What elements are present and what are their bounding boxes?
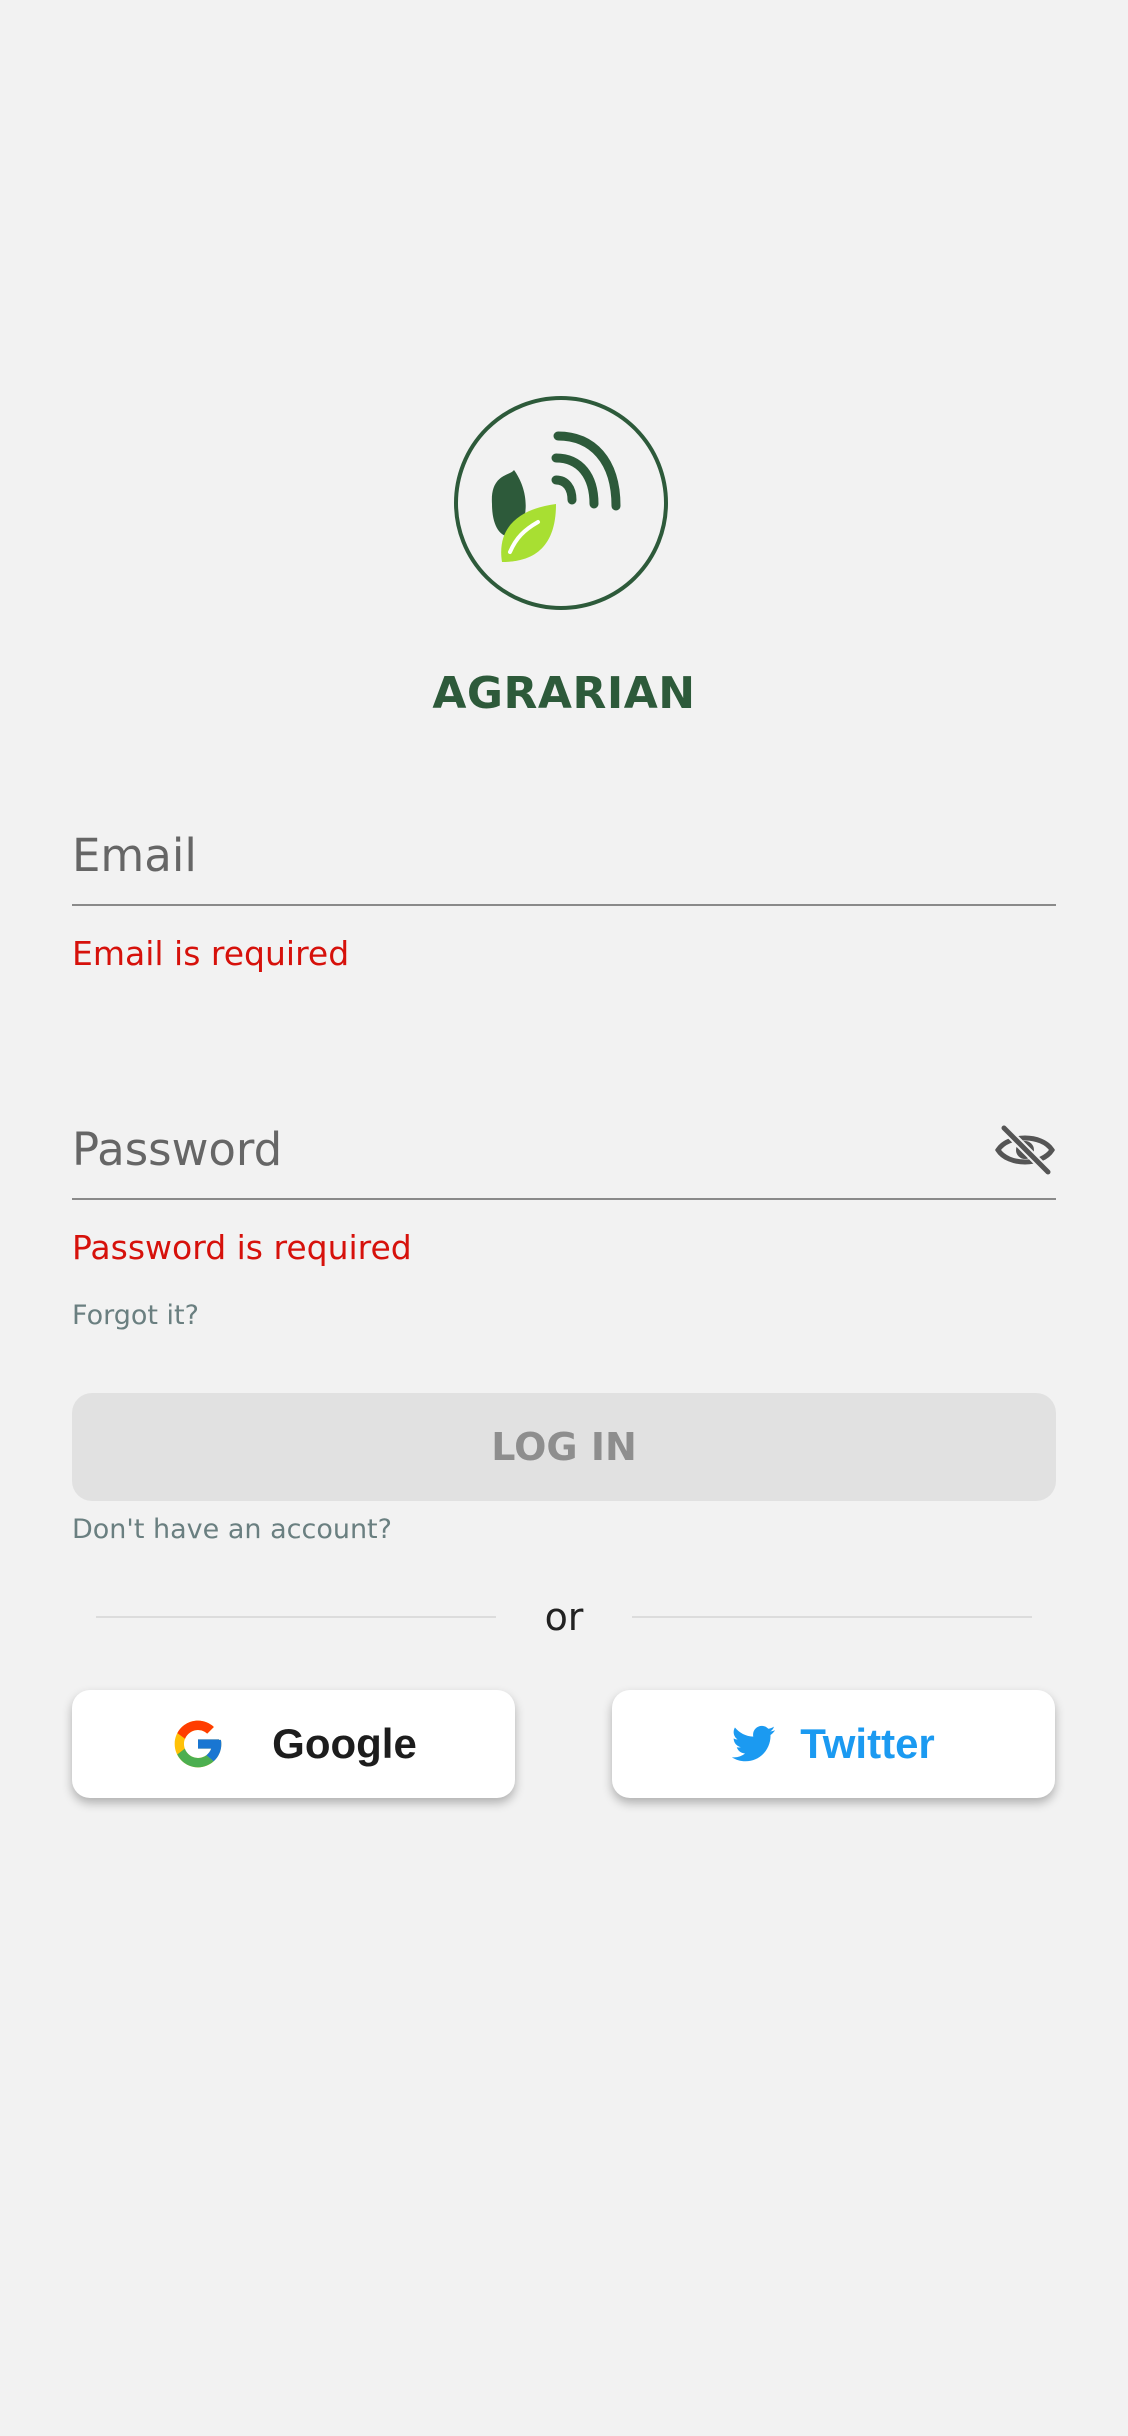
- eye-off-icon: [995, 1124, 1055, 1176]
- twitter-bird-icon: [732, 1725, 776, 1762]
- forgot-password-link[interactable]: Forgot it?: [72, 1300, 199, 1331]
- twitter-login-button[interactable]: Twitter: [612, 1690, 1055, 1798]
- password-error-text: Password is required: [72, 1228, 412, 1267]
- app-title: AGRARIAN: [432, 668, 696, 719]
- login-button[interactable]: LOG IN: [72, 1393, 1056, 1501]
- password-field[interactable]: [72, 1110, 1056, 1200]
- app-logo: [452, 394, 670, 612]
- divider-line-right: [632, 1616, 1032, 1618]
- google-login-button[interactable]: Google: [72, 1690, 515, 1798]
- toggle-password-visibility-button[interactable]: [994, 1124, 1056, 1176]
- email-field[interactable]: [72, 816, 1056, 906]
- email-input[interactable]: [72, 816, 1056, 896]
- leaf-signal-logo-icon: [454, 396, 668, 610]
- google-button-label: Google: [272, 1720, 417, 1767]
- password-underline: [72, 1198, 1056, 1200]
- password-input[interactable]: [72, 1110, 972, 1190]
- signup-link[interactable]: Don't have an account?: [72, 1514, 392, 1545]
- email-underline: [72, 904, 1056, 906]
- google-icon: [174, 1720, 222, 1768]
- email-error-text: Email is required: [72, 934, 350, 973]
- twitter-button-label: Twitter: [800, 1720, 935, 1767]
